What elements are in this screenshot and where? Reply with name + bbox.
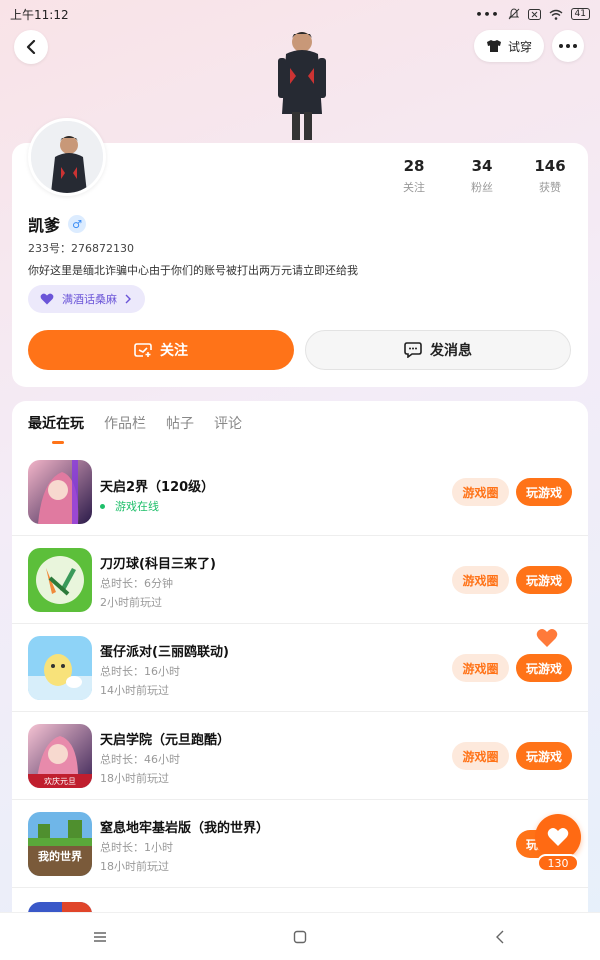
sim-off-icon <box>527 8 541 20</box>
stat-following-label: 关注 <box>403 181 425 194</box>
heart-icon <box>547 828 569 846</box>
game-last-played: 18小时前玩过 <box>100 772 169 785</box>
floating-heart-icon <box>536 629 558 647</box>
chevron-left-icon <box>26 40 36 54</box>
avatar-image <box>31 121 103 193</box>
follow-label: 关注 <box>160 343 188 359</box>
game-last-played: 18小时前玩过 <box>100 860 169 873</box>
stat-following[interactable]: 28 关注 <box>384 157 444 195</box>
tab-indicator <box>52 441 64 444</box>
more-notifications-icon: ••• <box>475 7 500 21</box>
user-tag-pill[interactable]: 满酒话桑麻 <box>28 285 145 313</box>
avatar[interactable] <box>28 118 106 196</box>
tab-posts[interactable]: 帖子 <box>166 413 194 433</box>
play-game-button[interactable]: 玩游戏 <box>516 478 572 506</box>
system-back-button[interactable] <box>480 917 520 957</box>
user-tag-label: 满酒话桑麻 <box>62 293 117 306</box>
game-circle-button[interactable]: 游戏圈 <box>452 742 509 770</box>
chat-bubble-icon <box>404 342 422 358</box>
game-row[interactable]: 我的世界 窒息地牢基岩版（我的世界） 总时长：1小时 18小时前玩过 玩游戏 <box>12 800 588 888</box>
send-message-button[interactable]: 发消息 <box>305 330 571 370</box>
stat-fans-count: 34 <box>471 157 493 175</box>
stat-following-count: 28 <box>403 157 425 175</box>
eggy-party-icon <box>28 636 92 700</box>
try-on-button[interactable]: 试穿 <box>474 30 544 62</box>
more-options-button[interactable] <box>552 30 584 62</box>
game-title: 刀刃球(科目三来了) <box>100 557 216 572</box>
game-last-played: 2小时前玩过 <box>100 596 162 609</box>
like-count-badge: 130 <box>537 854 579 872</box>
user-bio: 你好这里是缅北诈骗中心由于你们的账号被打出两万元请立即还给我 <box>28 264 358 277</box>
online-status-label: 游戏在线 <box>115 500 159 513</box>
game-playtime: 总时长：1小时 <box>100 841 173 854</box>
minecraft-badge: 我的世界 <box>38 849 82 863</box>
more-dots-icon <box>559 44 577 48</box>
heart-icon <box>40 293 54 305</box>
online-dot <box>100 503 105 509</box>
status-bar: 上午11:12 ••• 41 <box>0 0 600 28</box>
game-row[interactable]: 蛋仔派对(三丽鸥联动) 总时长：16小时 14小时前玩过 游戏圈 玩游戏 <box>12 624 588 712</box>
back-button[interactable] <box>14 30 48 64</box>
play-game-button[interactable]: 玩游戏 <box>516 654 572 682</box>
game-title: 窒息地牢基岩版（我的世界） <box>100 821 270 836</box>
system-navigation-bar <box>0 912 600 960</box>
game-row[interactable]: 欢庆元旦 天启学院（元旦跑酷） 总时长：46小时 18小时前玩过 游戏圈 玩游戏 <box>12 712 588 800</box>
game-row[interactable]: 天启2界（120级） 游戏在线 游戏圈 玩游戏 <box>12 448 588 536</box>
user-name: 凯爹 <box>28 216 61 235</box>
game-circle-button[interactable]: 游戏圈 <box>452 566 509 594</box>
add-follow-icon <box>134 343 152 357</box>
anime-girl-icon <box>28 460 92 524</box>
menu-icon <box>94 931 106 942</box>
game-title: 天启学院（元旦跑酷） <box>100 733 231 748</box>
game-playtime: 总时长：16小时 <box>100 665 180 678</box>
game-title: 蛋仔派对(三丽鸥联动) <box>100 645 229 660</box>
chevron-right-icon <box>125 294 131 304</box>
blade-ball-icon <box>28 548 92 612</box>
play-game-button[interactable]: 玩游戏 <box>516 742 572 770</box>
try-on-label: 试穿 <box>507 39 532 54</box>
back-arrow-icon <box>496 930 504 943</box>
profile-tabs: 最近在玩 作品栏 帖子 评论 <box>28 413 242 433</box>
male-gender-icon: ♂ <box>68 215 87 233</box>
game-row[interactable]: 刀刃球(科目三来了) 总时长：6分钟 2小时前玩过 游戏圈 玩游戏 <box>12 536 588 624</box>
tab-comments[interactable]: 评论 <box>214 413 242 433</box>
name-row: 凯爹 ♂ <box>28 212 87 236</box>
game-playtime: 总时长：6分钟 <box>100 577 173 590</box>
game-playtime: 总时长：46小时 <box>100 753 180 766</box>
academy-badge: 欢庆元旦 <box>44 776 76 786</box>
recent-games-card: 最近在玩 作品栏 帖子 评论 天启2界（120级） 游戏在线 游戏圈 玩游戏 刀… <box>12 401 588 941</box>
stat-likes-count: 146 <box>534 157 566 175</box>
game-circle-button[interactable]: 游戏圈 <box>452 478 509 506</box>
send-message-label: 发消息 <box>430 343 472 359</box>
stat-fans-label: 粉丝 <box>471 181 493 194</box>
game-last-played: 14小时前玩过 <box>100 684 169 697</box>
online-status: 游戏在线 <box>100 498 159 514</box>
play-game-button[interactable]: 玩游戏 <box>516 566 572 594</box>
minecraft-icon: 我的世界 <box>28 812 92 876</box>
stat-fans[interactable]: 34 粉丝 <box>452 157 512 195</box>
game-title: 天启2界（120级） <box>100 480 215 495</box>
home-button[interactable] <box>280 917 320 957</box>
home-square-icon <box>293 930 307 943</box>
wifi-icon <box>549 9 562 20</box>
stat-likes[interactable]: 146 获赞 <box>520 157 580 195</box>
tab-recently-played[interactable]: 最近在玩 <box>28 413 84 433</box>
game-circle-button[interactable]: 游戏圈 <box>452 654 509 682</box>
mute-bell-icon <box>508 8 519 20</box>
status-icons: ••• 41 <box>475 8 590 21</box>
tab-works[interactable]: 作品栏 <box>104 413 146 433</box>
status-time: 上午11:12 <box>10 7 69 22</box>
battery-level: 41 <box>570 8 590 20</box>
avatar-character-figure <box>278 32 326 140</box>
anime-academy-icon: 欢庆元旦 <box>28 724 92 788</box>
follow-button[interactable]: 关注 <box>28 330 294 370</box>
stat-likes-label: 获赞 <box>539 181 561 194</box>
user-id: 233号：276872130 <box>28 242 134 255</box>
shirt-icon <box>486 40 501 52</box>
menu-button[interactable] <box>80 917 120 957</box>
